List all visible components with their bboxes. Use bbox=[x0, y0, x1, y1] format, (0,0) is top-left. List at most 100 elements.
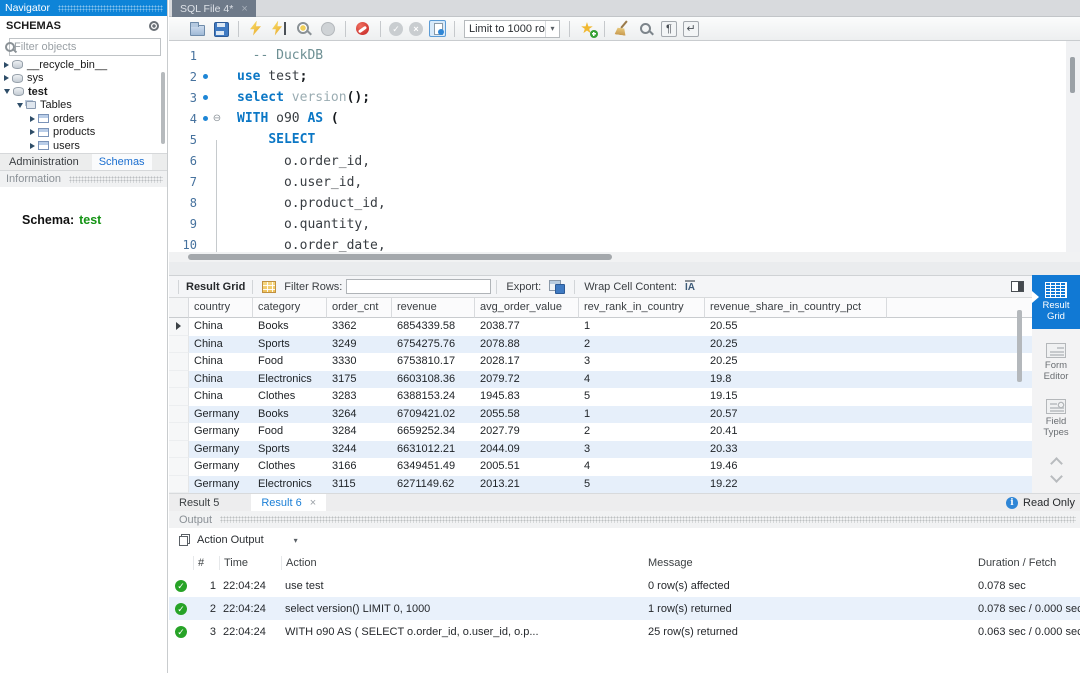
grid-vscroll-thumb[interactable] bbox=[1017, 310, 1022, 382]
visibility-icon[interactable] bbox=[149, 21, 159, 31]
table-row[interactable]: GermanySports32446631012.212044.09320.33 bbox=[169, 441, 1032, 459]
tab-result-6[interactable]: Result 6 × bbox=[251, 494, 326, 511]
expanded-arrow-icon[interactable] bbox=[17, 103, 23, 108]
collapsed-arrow-icon[interactable] bbox=[30, 143, 35, 149]
close-result-icon[interactable]: × bbox=[310, 497, 316, 509]
code-line[interactable]: 5 SELECT bbox=[169, 129, 1066, 150]
editor-horizontal-scrollbar[interactable] bbox=[169, 252, 1080, 262]
expanded-arrow-icon[interactable] bbox=[4, 89, 10, 94]
tree-item-orders[interactable]: orders bbox=[0, 112, 167, 126]
action-output-selector[interactable]: Action Output bbox=[197, 534, 264, 546]
cell: China bbox=[189, 353, 253, 371]
beautify-icon[interactable] bbox=[613, 20, 631, 38]
save-snippet-icon[interactable]: ★ bbox=[578, 20, 596, 38]
panel-divider[interactable] bbox=[169, 262, 1080, 275]
explain-plan-icon[interactable] bbox=[295, 20, 313, 38]
row-selector[interactable] bbox=[169, 353, 189, 371]
side-tab-result-grid[interactable]: Result Grid bbox=[1032, 275, 1080, 329]
code-line[interactable]: 3select version(); bbox=[169, 87, 1066, 108]
commit-icon[interactable]: ✓ bbox=[389, 22, 403, 36]
row-limit-dropdown[interactable]: Limit to 1000 ro▾ bbox=[464, 20, 560, 38]
filter-rows-input[interactable] bbox=[346, 279, 491, 294]
open-script-icon[interactable] bbox=[188, 20, 206, 38]
table-row[interactable]: ChinaFood33306753810.172028.17320.25 bbox=[169, 353, 1032, 371]
code-line[interactable]: 9 o.quantity, bbox=[169, 214, 1066, 235]
tree-item-sys[interactable]: sys bbox=[0, 72, 167, 86]
code-line[interactable]: 2use test; bbox=[169, 66, 1066, 87]
output-row[interactable]: ✓222:04:24select version() LIMIT 0, 1000… bbox=[169, 597, 1080, 620]
grid-column-header[interactable]: revenue bbox=[392, 298, 475, 318]
tree-scrollbar[interactable] bbox=[161, 72, 165, 144]
tree-item-users[interactable]: users bbox=[0, 139, 167, 153]
table-row[interactable]: GermanyFood32846659252.342027.79220.41 bbox=[169, 423, 1032, 441]
code-line[interactable]: 10 o.order_date, bbox=[169, 235, 1066, 252]
code-line[interactable]: 1 -- DuckDB bbox=[169, 45, 1066, 66]
tree-item-test[interactable]: test bbox=[0, 85, 167, 99]
chevron-up-icon[interactable] bbox=[1050, 457, 1063, 470]
row-selector[interactable] bbox=[169, 458, 189, 476]
show-invisibles-icon[interactable]: ¶ bbox=[661, 21, 677, 37]
tab-result-5[interactable]: Result 5 bbox=[169, 496, 229, 510]
autocommit-icon[interactable] bbox=[429, 20, 446, 37]
grid-column-header[interactable]: order_cnt bbox=[327, 298, 392, 318]
execute-statement-icon[interactable] bbox=[271, 20, 289, 38]
table-row[interactable]: GermanyElectronics31156271149.622013.215… bbox=[169, 476, 1032, 494]
grid-column-header[interactable]: category bbox=[253, 298, 327, 318]
grid-column-header[interactable]: revenue_share_in_country_pct bbox=[705, 298, 887, 318]
code-line[interactable]: 8 o.product_id, bbox=[169, 193, 1066, 214]
table-row[interactable]: GermanyBooks32646709421.022055.58120.57 bbox=[169, 406, 1032, 424]
tree-item-recyclebin[interactable]: __recycle_bin__ bbox=[0, 58, 167, 72]
row-selector[interactable] bbox=[169, 441, 189, 459]
row-selector[interactable] bbox=[169, 336, 189, 354]
table-row[interactable]: ChinaBooks33626854339.582038.77120.55 bbox=[169, 318, 1032, 336]
tree-item-products[interactable]: products bbox=[0, 126, 167, 140]
collapsed-arrow-icon[interactable] bbox=[30, 116, 35, 122]
output-row[interactable]: ✓322:04:24WITH o90 AS ( SELECT o.order_i… bbox=[169, 620, 1080, 643]
code-line[interactable]: 4⊖WITH o90 AS ( bbox=[169, 108, 1066, 129]
side-tab-field-types[interactable]: Field Types bbox=[1032, 399, 1080, 447]
tab-administration[interactable]: Administration bbox=[2, 154, 86, 170]
toggle-wrap-icon[interactable]: ↵ bbox=[683, 21, 699, 37]
grid-column-header[interactable]: country bbox=[189, 298, 253, 318]
table-row[interactable]: ChinaElectronics31756603108.362079.72419… bbox=[169, 371, 1032, 389]
sql-editor[interactable]: 1 -- DuckDB2use test;3select version();4… bbox=[169, 41, 1066, 252]
editor-hscroll-thumb[interactable] bbox=[188, 254, 612, 260]
output-row[interactable]: ✓122:04:24use test0 row(s) affected0.078… bbox=[169, 574, 1080, 597]
row-selector[interactable] bbox=[169, 318, 189, 336]
collapsed-arrow-icon[interactable] bbox=[30, 129, 35, 135]
row-selector[interactable] bbox=[169, 388, 189, 406]
code-line[interactable]: 7 o.user_id, bbox=[169, 172, 1066, 193]
find-icon[interactable] bbox=[637, 20, 655, 38]
stop-execution-icon[interactable] bbox=[319, 20, 337, 38]
filter-objects-input[interactable] bbox=[9, 38, 161, 56]
chevron-down-icon[interactable] bbox=[1050, 470, 1063, 483]
grid-view-icon[interactable] bbox=[262, 281, 276, 293]
table-row[interactable]: ChinaClothes32836388153.241945.83519.15 bbox=[169, 388, 1032, 406]
editor-vertical-scrollbar[interactable] bbox=[1066, 41, 1080, 252]
tab-schemas[interactable]: Schemas bbox=[92, 154, 152, 170]
collapsed-arrow-icon[interactable] bbox=[4, 75, 9, 81]
editor-vscroll-thumb[interactable] bbox=[1070, 57, 1075, 93]
row-selector[interactable] bbox=[169, 371, 189, 389]
row-selector[interactable] bbox=[169, 476, 189, 494]
tab-sql-file[interactable]: SQL File 4* × bbox=[172, 0, 256, 17]
chevron-down-icon[interactable]: ▾ bbox=[294, 536, 298, 545]
code-line[interactable]: 6 o.order_id, bbox=[169, 150, 1066, 171]
collapsed-arrow-icon[interactable] bbox=[4, 62, 9, 68]
table-row[interactable]: ChinaSports32496754275.762078.88220.25 bbox=[169, 336, 1032, 354]
side-tab-form-editor[interactable]: Form Editor bbox=[1032, 343, 1080, 391]
tree-item-tables[interactable]: Tables bbox=[0, 99, 167, 113]
execute-script-icon[interactable] bbox=[247, 20, 265, 38]
grid-column-header[interactable]: rev_rank_in_country bbox=[579, 298, 705, 318]
stop-on-error-icon[interactable] bbox=[354, 20, 372, 38]
rollback-icon[interactable]: × bbox=[409, 22, 423, 36]
row-selector[interactable] bbox=[169, 406, 189, 424]
grid-column-header[interactable]: avg_order_value bbox=[475, 298, 579, 318]
close-tab-icon[interactable]: × bbox=[241, 3, 247, 15]
save-script-icon[interactable] bbox=[212, 20, 230, 38]
row-selector[interactable] bbox=[169, 423, 189, 441]
wrap-cell-content-icon[interactable]: IA bbox=[685, 280, 695, 293]
table-row[interactable]: GermanyClothes31666349451.492005.51419.4… bbox=[169, 458, 1032, 476]
export-icon[interactable] bbox=[549, 280, 565, 294]
toggle-sidebar-icon[interactable] bbox=[1011, 281, 1024, 292]
